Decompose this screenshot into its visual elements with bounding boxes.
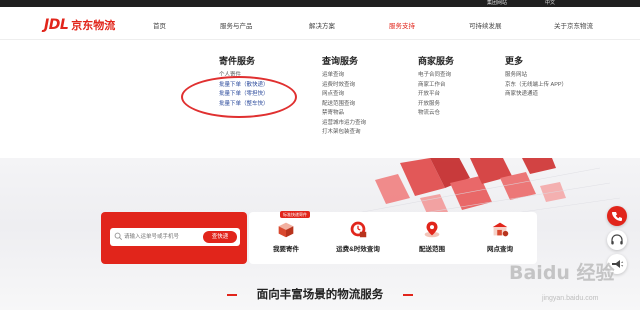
- top-utility-bar: 集团网站 中文: [0, 0, 640, 7]
- tracking-search-card: 查快递: [101, 212, 247, 264]
- menu-column-title: 查询服务: [322, 56, 359, 66]
- annotation-highlight-oval: [181, 76, 297, 118]
- phone-icon: [612, 212, 622, 221]
- menu-item-open-platform[interactable]: 开放平台: [418, 90, 454, 100]
- menu-column-more: 更多 服务网站 京东（无线端上传 APP） 商家快递通道: [505, 54, 567, 100]
- logo-text: 京东物流: [71, 20, 116, 32]
- menu-item-branch-query[interactable]: 网点查询: [322, 90, 366, 100]
- tracking-number-input[interactable]: [124, 231, 194, 243]
- service-branch-query[interactable]: 网点查询: [475, 218, 525, 253]
- quick-services-card: 标准快递寄件 我要寄件 运费&时效查询 配送范围 网点查询: [249, 211, 537, 264]
- menu-item-logistics-cloud[interactable]: 物流云仓: [418, 109, 454, 119]
- main-header: JDL 京东物流 首页 服务与产品 解决方案 服务支持 可持续发展 关于京东物流: [0, 7, 640, 41]
- menu-item-service-site[interactable]: 服务网站: [505, 71, 567, 81]
- watermark-url: jingyan.baidu.com: [542, 295, 599, 302]
- menu-item-freight-query[interactable]: 运费时效查询: [322, 81, 366, 91]
- menu-column-title: 更多: [505, 56, 524, 66]
- menu-item-open-service[interactable]: 开放服务: [418, 100, 454, 110]
- menu-item-wood-packaging[interactable]: 打木架包装查询: [322, 128, 366, 138]
- freight-timing-icon: [350, 221, 367, 238]
- search-box: 查快递: [110, 228, 240, 246]
- nav-service-support[interactable]: 服务支持: [389, 20, 415, 30]
- menu-column-title: 寄件服务: [219, 56, 256, 66]
- service-label: 运费&时效查询: [336, 246, 380, 253]
- hotline-button[interactable]: [607, 206, 627, 226]
- menu-column-query: 查询服务 运单查询 运费时效查询 网点查询 配送范围查询 禁寄物品 运营城市运力…: [322, 54, 366, 138]
- jdl-logo[interactable]: JDL 京东物流: [44, 17, 115, 33]
- search-icon: [114, 232, 123, 241]
- standard-express-badge: 标准快递寄件: [280, 211, 310, 218]
- service-label: 配送范围: [419, 246, 445, 253]
- branch-query-icon: [492, 222, 509, 237]
- customer-service-button[interactable]: [607, 230, 627, 250]
- menu-item-e-contract[interactable]: 电子合同查询: [418, 71, 454, 81]
- service-label: 我要寄件: [273, 246, 299, 253]
- menu-column-merchant: 商家服务 电子合同查询 商家工作台 开放平台 开放服务 物流云仓: [418, 54, 454, 119]
- baidu-jingyan-watermark: Baidu 经验: [509, 262, 615, 284]
- menu-column-title: 商家服务: [418, 56, 455, 66]
- menu-item-merchant-channel[interactable]: 商家快递通道: [505, 90, 567, 100]
- track-package-button[interactable]: 查快递: [203, 231, 237, 243]
- service-send-package[interactable]: 我要寄件: [261, 218, 311, 253]
- title-right-dash: [403, 294, 413, 296]
- headset-icon: [611, 234, 623, 245]
- menu-item-waybill-query[interactable]: 运单查询: [322, 71, 366, 81]
- group-site-link[interactable]: 集团网站: [487, 0, 507, 7]
- nav-about[interactable]: 关于京东物流: [554, 20, 593, 30]
- service-freight-timing[interactable]: 运费&时效查询: [333, 218, 383, 253]
- menu-item-mobile-app[interactable]: 京东（无线端上传 APP）: [505, 81, 567, 91]
- send-package-icon: [278, 222, 294, 238]
- service-support-dropdown: 寄件服务 个人寄件 批量下单（散快递） 批量下单（零担快） 批量下单（整车快） …: [0, 40, 640, 158]
- service-label: 网点查询: [487, 246, 513, 253]
- menu-item-merchant-workbench[interactable]: 商家工作台: [418, 81, 454, 91]
- nav-services-products[interactable]: 服务与产品: [220, 20, 253, 30]
- menu-item-delivery-range[interactable]: 配送范围查询: [322, 100, 366, 110]
- delivery-range-icon: [424, 221, 440, 238]
- service-delivery-range[interactable]: 配送范围: [407, 218, 457, 253]
- menu-item-prohibited-items[interactable]: 禁寄物品: [322, 109, 366, 119]
- nav-solutions[interactable]: 解决方案: [309, 20, 335, 30]
- language-switch[interactable]: 中文: [545, 0, 555, 7]
- menu-item-city-capacity[interactable]: 运营城市运力查询: [322, 119, 366, 129]
- nav-home[interactable]: 首页: [153, 20, 166, 30]
- nav-sustainability[interactable]: 可持续发展: [469, 20, 502, 30]
- logo-mark: JDL: [44, 17, 69, 33]
